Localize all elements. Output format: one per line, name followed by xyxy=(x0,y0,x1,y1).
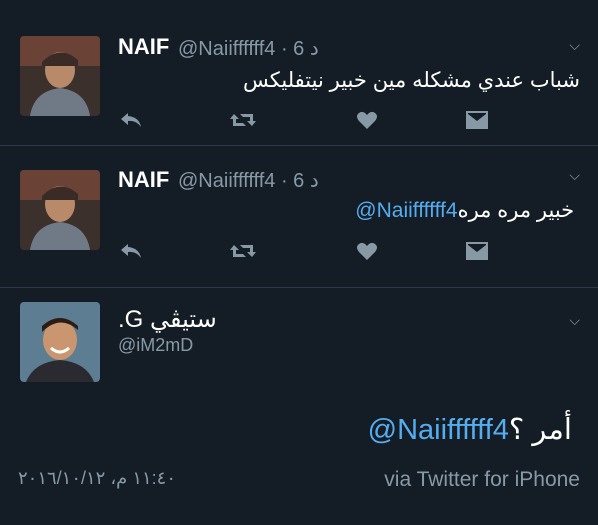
retweet-icon[interactable] xyxy=(230,239,256,263)
author-name[interactable]: NAIF xyxy=(118,34,169,60)
tweet-actions xyxy=(118,108,488,132)
tweet-item[interactable]: NAIF @Naiiffffff4 · 6 د ⌵ @Naiiffffff4 خ… xyxy=(0,146,598,288)
author-handle-time: @Naiiffffff4 · 6 د xyxy=(178,170,319,192)
avatar[interactable] xyxy=(20,170,100,250)
chevron-down-icon[interactable]: ⌵ xyxy=(569,312,580,329)
tweet-text: @Naiiffffff4 خبير مره مره xyxy=(355,198,580,223)
like-heart-icon[interactable] xyxy=(354,239,380,263)
chevron-down-icon[interactable]: ⌵ xyxy=(569,37,580,54)
author-handle[interactable]: @iM2mD xyxy=(118,335,193,356)
mention-link[interactable]: @Naiiffffff4 xyxy=(355,199,457,222)
tweet-text: @Naiiffffff4 أمر ؟ xyxy=(368,412,580,447)
author-name[interactable]: NAIF xyxy=(118,167,169,193)
tweet-actions xyxy=(118,239,488,263)
mention-link[interactable]: @Naiiffffff4 xyxy=(368,414,509,446)
tweet-text-body: خبير مره مره xyxy=(457,199,580,222)
like-heart-icon[interactable] xyxy=(354,108,380,132)
avatar-photo-icon xyxy=(20,36,100,116)
avatar[interactable] xyxy=(20,302,100,382)
tweet-item[interactable]: NAIF @Naiiffffff4 · 6 د ⌵ شباب عندي مشكل… xyxy=(0,0,598,146)
tweet-timestamp: ١١:٤٠ م، ٢٠١٦/١٠/١٢ xyxy=(18,468,177,488)
reply-icon[interactable] xyxy=(118,239,144,263)
author-handle-time: @Naiiffffff4 · 6 د xyxy=(178,38,319,60)
author-name[interactable]: ستيڤي G. xyxy=(118,305,217,334)
reply-icon[interactable] xyxy=(118,108,144,132)
main-tweet: ستيڤي G. @iM2mD ⌵ @Naiiffffff4 أمر ؟ ١١:… xyxy=(0,288,598,524)
avatar-photo-icon xyxy=(20,170,100,250)
tweet-source[interactable]: via Twitter for iPhone xyxy=(384,468,580,492)
avatar[interactable] xyxy=(20,36,100,116)
tweet-text: شباب عندي مشكله مين خبير نيتفليكس xyxy=(242,69,580,92)
chevron-down-icon[interactable]: ⌵ xyxy=(569,167,580,184)
tweet-text-body: أمر ؟ xyxy=(508,414,580,446)
avatar-photo-icon xyxy=(20,302,100,382)
retweet-icon[interactable] xyxy=(230,108,256,132)
direct-message-icon[interactable] xyxy=(464,108,490,132)
direct-message-icon[interactable] xyxy=(464,239,490,263)
